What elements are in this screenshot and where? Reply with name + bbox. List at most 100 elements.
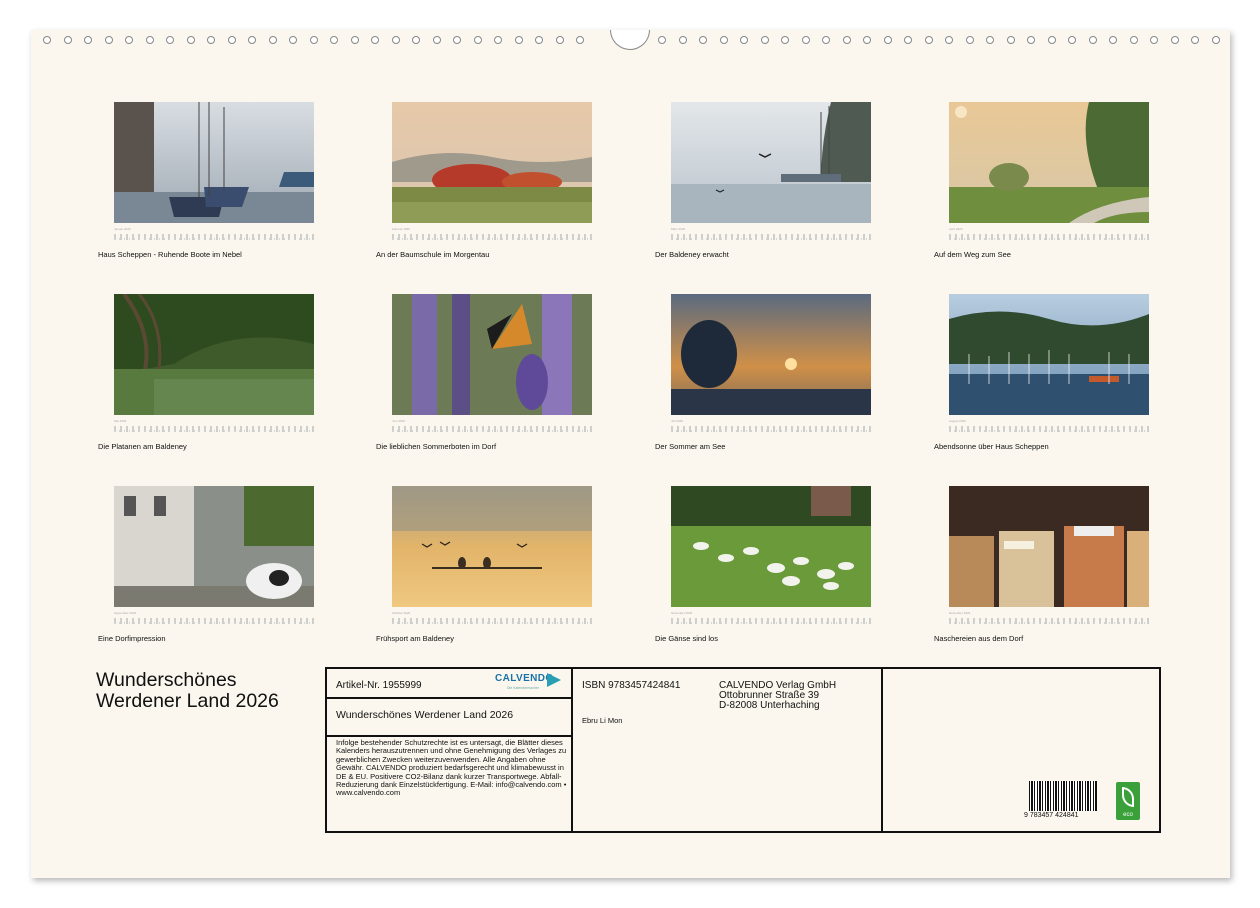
photo-rowing-sunrise (392, 486, 592, 607)
photo-village-cow (114, 486, 314, 607)
binding-hole (740, 36, 748, 44)
binding-hole (535, 36, 543, 44)
binding-hole (125, 36, 133, 44)
binding-hole (166, 36, 174, 44)
barcode-number: 9 783457 424841 (1024, 812, 1079, 819)
binding-hole (227, 36, 236, 44)
photo-boats-in-fog (114, 102, 314, 223)
photo-summer-sunset (671, 294, 871, 415)
binding-hole (514, 36, 523, 44)
date-grid-weekdays (392, 238, 592, 240)
date-grid-weekdays (949, 622, 1149, 624)
month-tile-september: September 2026 (114, 486, 314, 624)
month-tile-july: Juli 2026 (671, 294, 871, 432)
month-tile-march: März 2026 (671, 102, 871, 240)
caption-august: Abendsonne über Haus Scheppen (934, 442, 1049, 451)
caption-september: Eine Dorfimpression (98, 634, 166, 643)
date-grid-weekdays (392, 622, 592, 624)
photo-plane-trees (114, 294, 314, 415)
month-label: Januar 2026 (114, 227, 131, 231)
binding-hole (330, 36, 338, 44)
binding-hole (678, 36, 687, 44)
month-tile-january: Januar 2026 (114, 102, 314, 240)
month-label: Februar 2026 (392, 227, 411, 231)
date-grid-weekdays (114, 430, 314, 432)
calvendo-tagline: Die Kalendermacher (507, 686, 539, 690)
binding-hole (1129, 36, 1138, 44)
binding-hole (268, 36, 277, 44)
binding-hole (1068, 36, 1076, 44)
eco-badge: eco (1116, 782, 1140, 820)
month-tile-february: Februar 2026 (392, 102, 592, 240)
binding-hole (1088, 36, 1097, 44)
divider (881, 667, 883, 833)
binding-hole (1027, 36, 1035, 44)
binding-hole (186, 36, 195, 44)
month-tile-november: November 2026 (671, 486, 871, 624)
caption-june: Die lieblichen Sommerboten im Dorf (376, 442, 497, 451)
binding-hole (1006, 36, 1015, 44)
leaf-icon (1122, 787, 1134, 807)
info-calendar-title: Wunderschönes Werdener Land 2026 (336, 709, 514, 721)
binding-hole (43, 36, 51, 44)
binding-hole (555, 36, 564, 44)
publisher-city: D-82008 Unterhaching (719, 700, 820, 711)
month-tile-april: April 2026 (949, 102, 1149, 240)
binding-hole (1191, 36, 1199, 44)
binding-hole (924, 36, 933, 44)
binding-hole (1109, 36, 1117, 44)
binding-hole (658, 36, 666, 44)
binding-hole (289, 36, 297, 44)
divider (325, 735, 573, 737)
date-grid-weekdays (392, 430, 592, 432)
month-label: Juni 2026 (392, 419, 406, 423)
caption-january: Haus Scheppen - Ruhende Boote im Nebel (98, 250, 242, 259)
date-grid-weekdays (671, 622, 871, 624)
date-grid-weekdays (671, 238, 871, 240)
photo-butterfly-lavender (392, 294, 592, 415)
month-label: Mai 2026 (114, 419, 127, 423)
binding-hole (371, 36, 379, 44)
divider (325, 697, 573, 699)
eco-label: eco (1123, 812, 1133, 818)
binding-hole (1170, 36, 1179, 44)
caption-may: Die Platanen am Baldeney (98, 442, 187, 451)
caption-february: An der Baumschule im Morgentau (376, 250, 490, 259)
barcode (1029, 781, 1097, 811)
calendar-title: Wunderschönes Werdener Land 2026 (96, 670, 279, 712)
binding-hole (207, 36, 215, 44)
caption-march: Der Baldeney erwacht (655, 250, 729, 259)
isbn: ISBN 9783457424841 (582, 680, 681, 691)
month-tile-august: August 2026 (949, 294, 1149, 432)
binding-hole (1211, 36, 1220, 44)
month-label: November 2026 (671, 611, 693, 615)
binding-hole (965, 36, 974, 44)
photo-path-to-lake (949, 102, 1149, 223)
binding-hole (719, 36, 728, 44)
month-tile-december: Dezember 2026 (949, 486, 1149, 624)
binding-hole (473, 36, 482, 44)
month-label: August 2026 (949, 419, 966, 423)
binding-hole (576, 36, 584, 44)
month-label: Juli 2026 (671, 419, 684, 423)
binding-hole (248, 36, 256, 44)
binding-hole (309, 36, 318, 44)
binding-hole (904, 36, 912, 44)
divider (571, 667, 573, 833)
binding-hole (781, 36, 789, 44)
binding-hole (1047, 36, 1056, 44)
calvendo-logo: CALVENDO (495, 673, 554, 684)
binding-hole (104, 36, 113, 44)
binding-hole (842, 36, 851, 44)
binding-hole (986, 36, 994, 44)
month-label: April 2026 (949, 227, 963, 231)
author: Ebru Li Mon (582, 716, 623, 725)
photo-cookies-jars (949, 486, 1149, 607)
binding-hole (863, 36, 871, 44)
month-label: September 2026 (114, 611, 137, 615)
binding-hole (145, 36, 154, 44)
caption-april: Auf dem Weg zum See (934, 250, 1011, 259)
binding-hole (1150, 36, 1158, 44)
binding-hole (945, 36, 953, 44)
binding-hole (883, 36, 892, 44)
